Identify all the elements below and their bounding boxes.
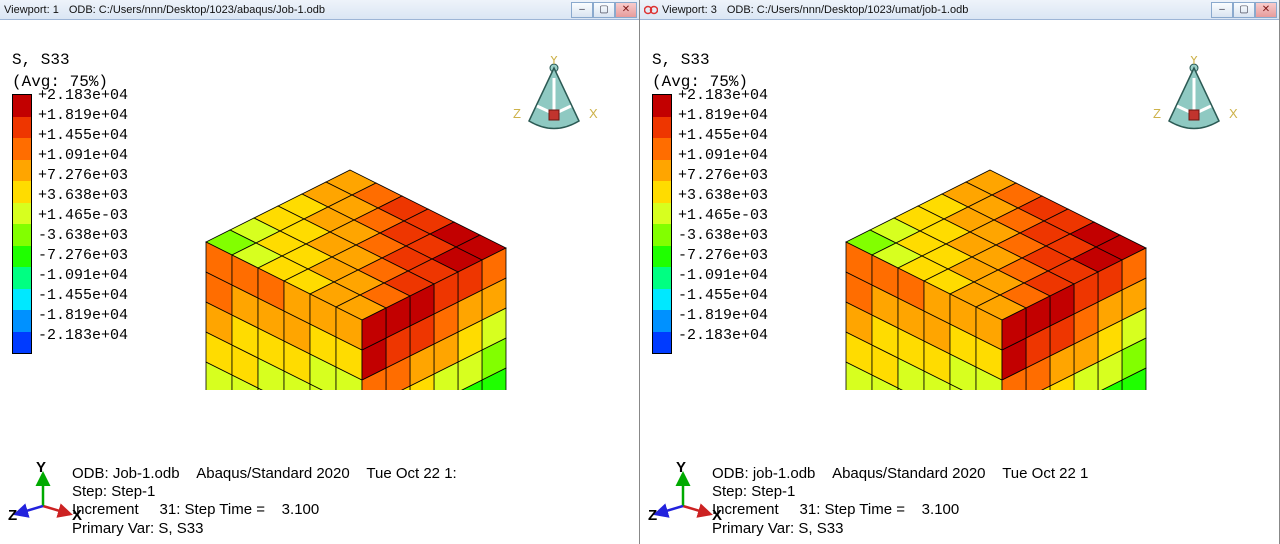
fe-mesh-cube bbox=[830, 100, 1170, 390]
primary-var: Primary Var: S, S33 bbox=[72, 520, 633, 538]
odb-name: ODB: job-1.odb bbox=[712, 465, 815, 482]
increment: Increment 31: Step Time = 3.100 bbox=[712, 501, 1273, 519]
date: Tue Oct 22 1: bbox=[366, 465, 456, 482]
legend-colorbar bbox=[652, 94, 672, 354]
legend-colorbar bbox=[12, 94, 32, 354]
minimize-button[interactable]: – bbox=[571, 2, 593, 18]
svg-text:Z: Z bbox=[648, 507, 657, 524]
axis-z-label: Z bbox=[8, 507, 17, 524]
legend-title-1: S, S33 bbox=[12, 50, 128, 70]
odb-name: ODB: Job-1.odb bbox=[72, 465, 180, 482]
close-button[interactable]: ✕ bbox=[1255, 2, 1277, 18]
step-name: Step: Step-1 bbox=[712, 483, 1273, 501]
viewport-label: Viewport: 3 bbox=[662, 4, 717, 16]
solver: Abaqus/Standard 2020 bbox=[832, 465, 985, 482]
axis-y-label: Y bbox=[36, 459, 46, 476]
fe-mesh-cube bbox=[190, 100, 530, 390]
window-controls: – ▢ ✕ bbox=[571, 2, 637, 18]
svg-text:Y: Y bbox=[1190, 56, 1199, 67]
solver: Abaqus/Standard 2020 bbox=[196, 465, 349, 482]
odb-path: ODB: C:/Users/nnn/Desktop/1023/umat/job-… bbox=[727, 4, 1211, 16]
date: Tue Oct 22 1 bbox=[1002, 465, 1088, 482]
compass-x-label: X bbox=[589, 106, 598, 121]
viewport-1: Viewport: 1 ODB: C:/Users/nnn/Desktop/10… bbox=[0, 0, 640, 544]
legend-ticks: +2.183e+04+1.819e+04+1.455e+04+1.091e+04… bbox=[678, 86, 768, 346]
compass-y-label: Y bbox=[550, 56, 559, 67]
axis-triad-icon[interactable]: X Y Z bbox=[658, 466, 718, 526]
status-block: ODB: job-1.odb Abaqus/Standard 2020 Tue … bbox=[712, 465, 1273, 538]
axis-triad-icon[interactable]: X Y Z bbox=[18, 466, 78, 526]
contour-legend: S, S33 (Avg: 75%) +2.183e+04+1.819e+04+1… bbox=[12, 50, 128, 354]
viewport-3: Viewport: 3 ODB: C:/Users/nnn/Desktop/10… bbox=[640, 0, 1280, 544]
titlebar: Viewport: 3 ODB: C:/Users/nnn/Desktop/10… bbox=[640, 0, 1279, 20]
legend-ticks: +2.183e+04+1.819e+04+1.455e+04+1.091e+04… bbox=[38, 86, 128, 346]
minimize-button[interactable]: – bbox=[1211, 2, 1233, 18]
odb-path: ODB: C:/Users/nnn/Desktop/1023/abaqus/Jo… bbox=[69, 4, 571, 16]
legend-title-1: S, S33 bbox=[652, 50, 768, 70]
primary-var: Primary Var: S, S33 bbox=[712, 520, 1273, 538]
status-block: ODB: Job-1.odb Abaqus/Standard 2020 Tue … bbox=[72, 465, 633, 538]
titlebar: Viewport: 1 ODB: C:/Users/nnn/Desktop/10… bbox=[0, 0, 639, 20]
contour-legend: S, S33 (Avg: 75%) +2.183e+04+1.819e+04+1… bbox=[652, 50, 768, 354]
maximize-button[interactable]: ▢ bbox=[593, 2, 615, 18]
maximize-button[interactable]: ▢ bbox=[1233, 2, 1255, 18]
increment: Increment 31: Step Time = 3.100 bbox=[72, 501, 633, 519]
close-button[interactable]: ✕ bbox=[615, 2, 637, 18]
viewport-label: Viewport: 1 bbox=[4, 4, 59, 16]
svg-text:X: X bbox=[1229, 106, 1238, 121]
window-controls: – ▢ ✕ bbox=[1211, 2, 1277, 18]
step-name: Step: Step-1 bbox=[72, 483, 633, 501]
sync-icon bbox=[644, 3, 658, 17]
canvas[interactable]: S, S33 (Avg: 75%) +2.183e+04+1.819e+04+1… bbox=[640, 20, 1279, 544]
canvas[interactable]: S, S33 (Avg: 75%) +2.183e+04+1.819e+04+1… bbox=[0, 20, 639, 544]
svg-text:Y: Y bbox=[676, 459, 686, 476]
